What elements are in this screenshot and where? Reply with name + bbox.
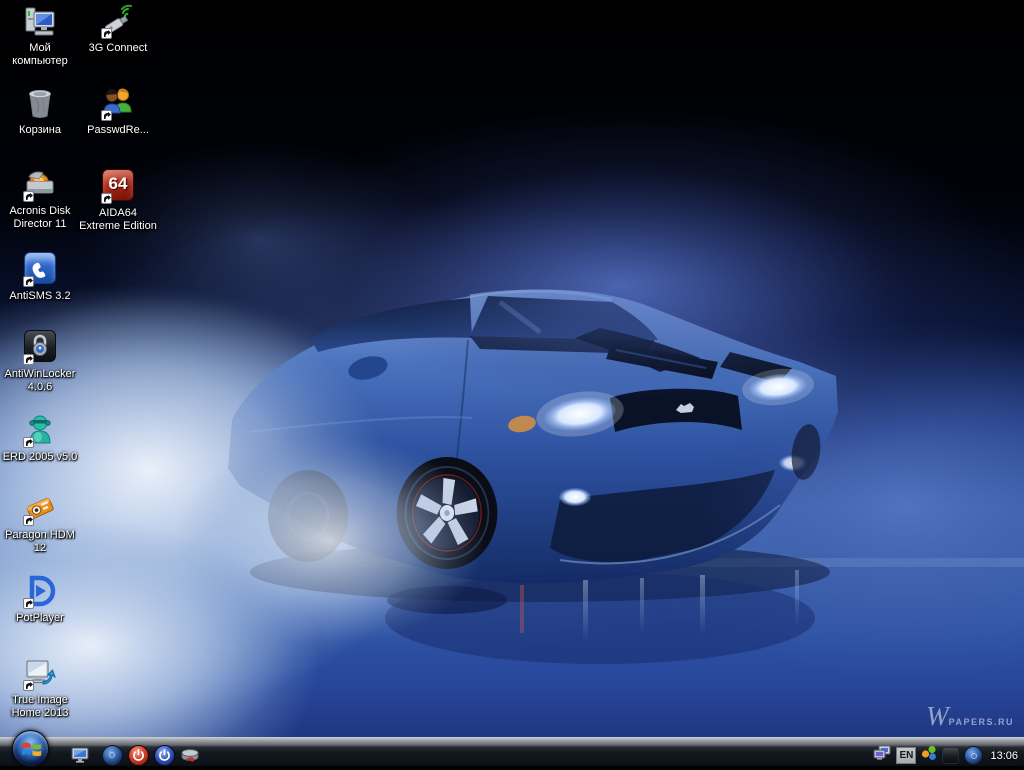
- shortcut-arrow-icon: [23, 276, 34, 287]
- disk-director-icon: [22, 167, 58, 203]
- desktop-icon-my-computer[interactable]: Мой компьютер: [0, 4, 80, 68]
- aida64-icon: 64: [100, 169, 136, 205]
- desktop-icon-potplayer[interactable]: PotPlayer: [0, 574, 80, 625]
- disc-app-icon[interactable]: [102, 745, 122, 765]
- paragon-ticket-icon: [22, 491, 58, 527]
- desktop-icon-paragon-hdm[interactable]: Paragon HDM 12: [0, 491, 80, 555]
- antisms-icon: [22, 252, 58, 288]
- desktop-icon-erd-commander[interactable]: ERD 2005 v5.0: [0, 413, 80, 464]
- erd-robot-icon: [22, 413, 58, 449]
- show-desktop-icon[interactable]: [70, 745, 90, 765]
- system-tray: EN 13:06: [873, 745, 1021, 766]
- desktop-icon-label: AntiSMS 3.2: [0, 290, 80, 303]
- recycle-bin-icon: [22, 86, 58, 122]
- taskbar-clock[interactable]: 13:06: [990, 750, 1018, 762]
- desktop-icon-antisms[interactable]: AntiSMS 3.2: [0, 250, 80, 303]
- desktop-icon-aida64[interactable]: 64 AIDA64 Extreme Edition: [76, 167, 160, 233]
- desktop-icon-label: AntiWinLocker 4.0.6: [0, 368, 80, 394]
- desktop-icon-label: Paragon HDM 12: [0, 529, 80, 555]
- desktop-icon-label: ERD 2005 v5.0: [0, 451, 80, 464]
- power-red-icon[interactable]: [128, 745, 148, 765]
- shortcut-arrow-icon: [101, 193, 112, 204]
- quick-launch-bar: [70, 745, 200, 765]
- desktop-icon-label: Корзина: [0, 124, 80, 137]
- desktop-icon-label: AIDA64 Extreme Edition: [76, 207, 160, 233]
- dark-app-tray-icon[interactable]: [942, 747, 959, 764]
- padlock-icon: [22, 330, 58, 366]
- shortcut-arrow-icon: [23, 354, 34, 365]
- shortcut-arrow-icon: [101, 110, 112, 121]
- desktop-icon-label: Мой компьютер: [0, 42, 80, 68]
- shortcut-arrow-icon: [23, 598, 34, 609]
- wallpaper-watermark: Wpapers.ru: [926, 701, 1014, 732]
- my-computer-icon: [22, 4, 58, 40]
- users-icon: [100, 86, 136, 122]
- shortcut-arrow-icon: [23, 515, 34, 526]
- 3g-connect-icon: [100, 4, 136, 40]
- windows-flag-icon: [20, 738, 43, 760]
- desktop-icon-passwdre[interactable]: PasswdRe...: [76, 86, 160, 137]
- desktop-icon-label: 3G Connect: [76, 42, 160, 55]
- potplayer-icon: [22, 574, 58, 610]
- desktop-icon-label: True Image Home 2013: [0, 694, 80, 720]
- shortcut-arrow-icon: [23, 191, 34, 202]
- desktop-background: Мой компьютер 3G Connect: [0, 0, 1024, 766]
- taskbar: EN 13:06: [0, 737, 1024, 766]
- shortcut-arrow-icon: [23, 680, 34, 691]
- true-image-icon: [22, 656, 58, 692]
- desktop-icon-3g-connect[interactable]: 3G Connect: [76, 4, 160, 55]
- desktop-icon-label: PotPlayer: [0, 612, 80, 625]
- desktop-icon-label: PasswdRe...: [76, 124, 160, 137]
- start-button[interactable]: [12, 730, 49, 767]
- desktop-icon-antiwinlocker[interactable]: AntiWinLocker 4.0.6: [0, 328, 80, 394]
- shortcut-arrow-icon: [23, 437, 34, 448]
- power-blue-icon[interactable]: [154, 745, 174, 765]
- language-indicator[interactable]: EN: [896, 747, 916, 764]
- desktop-icon-label: Acronis Disk Director 11: [0, 205, 80, 231]
- colored-dots-tray-icon[interactable]: [921, 745, 937, 766]
- desktop-icon-true-image[interactable]: True Image Home 2013: [0, 656, 80, 720]
- disk-utility-icon[interactable]: [180, 745, 200, 765]
- desktop-icon-acronis-disk-director[interactable]: Acronis Disk Director 11: [0, 167, 80, 231]
- aida64-icon-text: 64: [103, 174, 133, 194]
- network-icon[interactable]: [873, 745, 891, 766]
- shortcut-arrow-icon: [101, 28, 112, 39]
- disc-tray-icon[interactable]: [964, 746, 983, 765]
- desktop-icon-recycle-bin[interactable]: Корзина: [0, 86, 80, 137]
